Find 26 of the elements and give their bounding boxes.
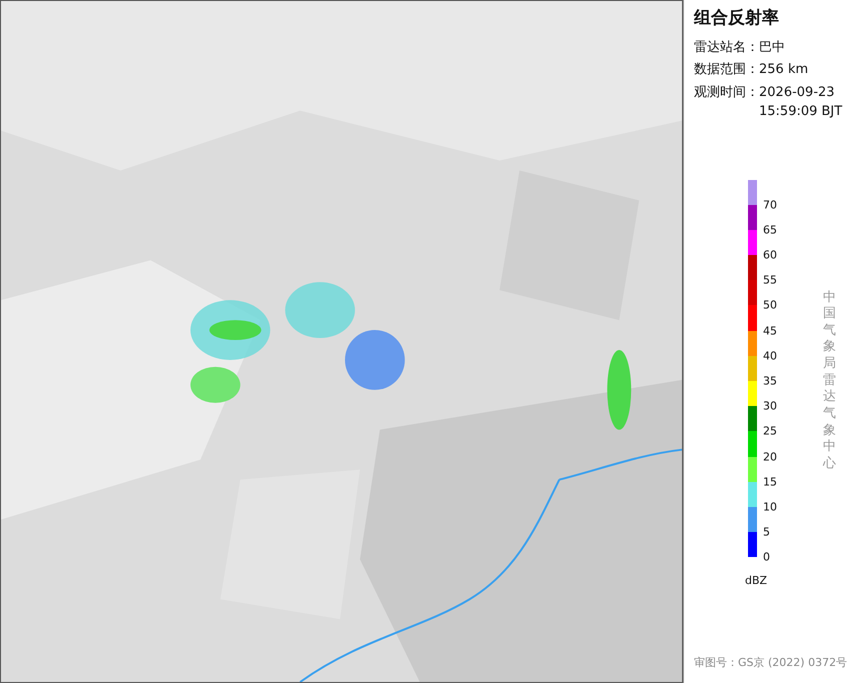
- field-label: 观测时间：: [694, 84, 759, 102]
- scale-label: 50: [763, 300, 777, 311]
- scale-label: 20: [763, 451, 777, 462]
- field-label: 雷达站名：: [694, 38, 759, 56]
- scale-label: 25: [763, 426, 777, 437]
- scale-label: 15: [763, 476, 777, 488]
- scale-label: 55: [763, 274, 777, 286]
- scale-label: 35: [763, 376, 777, 386]
- credit-text: 中国气象局雷达气象中心: [823, 290, 836, 472]
- scale-label: 40: [763, 350, 777, 362]
- scale-label: 70: [763, 199, 777, 210]
- field-value: 巴中: [759, 38, 785, 56]
- scale-label: 10: [763, 501, 777, 512]
- scale-label: 5: [763, 526, 770, 538]
- scale-label: 65: [763, 224, 777, 236]
- field-label: 数据范围：: [694, 61, 759, 79]
- unit-label: dBZ: [745, 573, 768, 590]
- field-value: 256 km: [759, 61, 808, 79]
- field-value: 15:59:09 BJT: [759, 103, 842, 121]
- scale-label: 60: [763, 250, 777, 261]
- panel-title: 组合反射率: [694, 7, 779, 30]
- approval-number: 审图号：GS京 (2022) 0372号: [694, 654, 848, 670]
- scale-label: 0: [763, 552, 770, 563]
- scale-label: 45: [763, 325, 777, 336]
- scale-label: 30: [763, 400, 777, 412]
- field-value: 2026-09-23: [759, 84, 836, 102]
